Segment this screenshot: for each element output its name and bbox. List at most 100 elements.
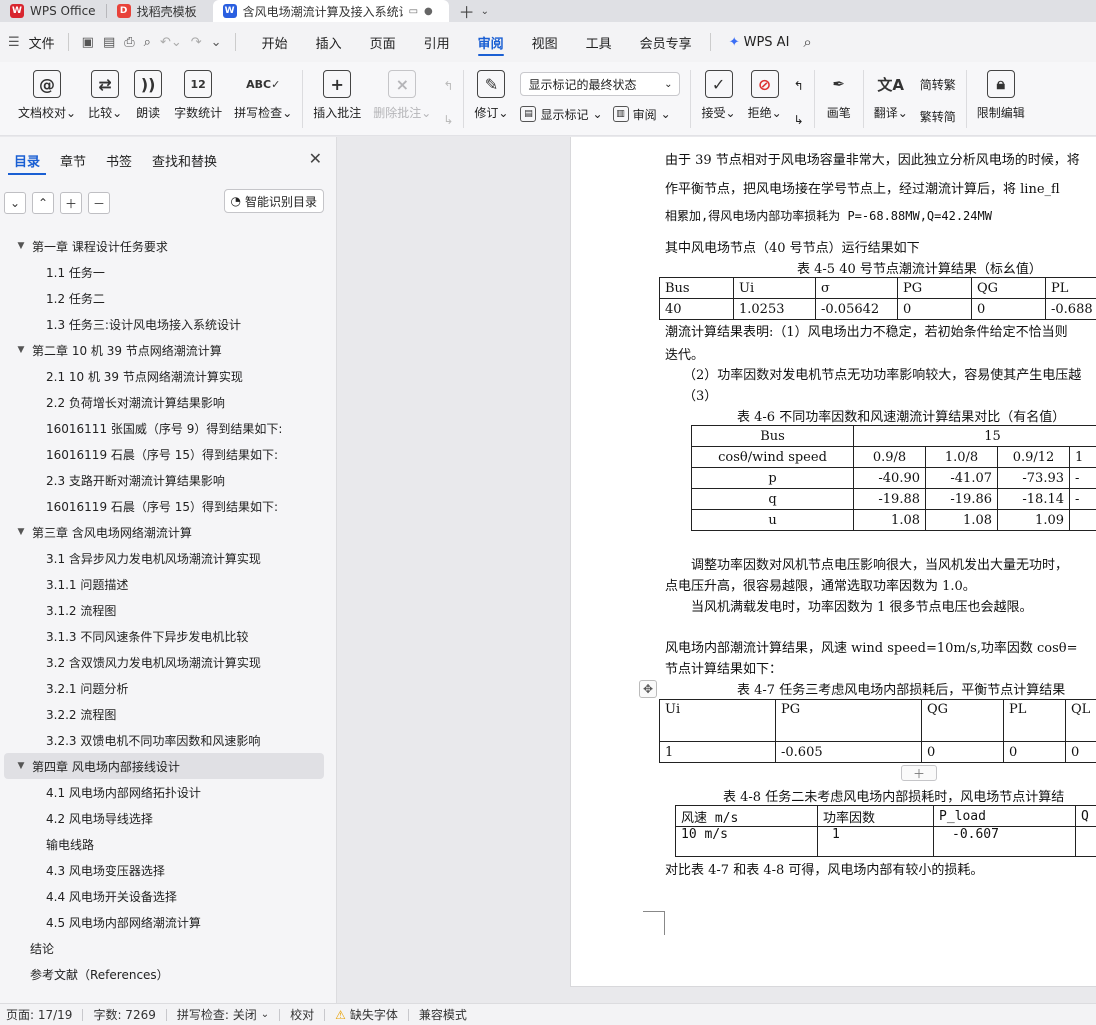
table-move-handle-icon[interactable]: ✥: [639, 680, 657, 698]
table-cell[interactable]: cosθ/wind speed: [691, 446, 854, 468]
table-cell[interactable]: 1.0/8: [925, 446, 998, 468]
table-cell[interactable]: -18.14: [997, 488, 1070, 510]
table-cell[interactable]: q: [691, 488, 854, 510]
menu-hamburger-icon[interactable]: ☰: [8, 35, 20, 50]
table-cell[interactable]: 0: [971, 298, 1046, 320]
table-cell[interactable]: u: [691, 509, 854, 531]
table-cell[interactable]: -41.07: [925, 467, 998, 489]
table-cell[interactable]: 1.08: [925, 509, 998, 531]
table-cell[interactable]: 0.9/8: [853, 446, 926, 468]
more-chevron-icon[interactable]: ⌄: [211, 35, 222, 50]
tab-find-replace[interactable]: 查找和替换: [142, 137, 227, 183]
table-cell[interactable]: 40: [659, 298, 734, 320]
pen-button[interactable]: ✒ 画笔: [819, 70, 859, 130]
table-cell[interactable]: PL: [1003, 699, 1066, 742]
table-cell[interactable]: -0.605: [775, 741, 922, 763]
table-cell[interactable]: 0: [921, 741, 1004, 763]
table-cell[interactable]: PG: [775, 699, 922, 742]
menu-insert[interactable]: 插入: [302, 22, 356, 62]
toc-item[interactable]: ▼ 第四章 风电场内部接线设计: [4, 753, 324, 779]
insert-comment-button[interactable]: + 插入批注: [307, 70, 367, 130]
table-cell[interactable]: PG: [897, 277, 972, 299]
table-cell[interactable]: 0: [1065, 741, 1096, 763]
print-preview-icon[interactable]: ▤: [103, 35, 115, 50]
compare-button[interactable]: ⇄ 比较⌄: [82, 70, 128, 130]
table-4-5[interactable]: Bus Ui σ PG QG PL 40 1.0253 -0.05642 0 0…: [659, 277, 1096, 320]
table-cell[interactable]: 1.0253: [733, 298, 816, 320]
table-cell[interactable]: 15: [852, 425, 1096, 447]
accept-button[interactable]: ✓ 接受⌄: [695, 70, 741, 130]
table-cell[interactable]: QG: [921, 699, 1004, 742]
to-traditional-button[interactable]: 简转繁: [920, 72, 956, 96]
to-simplified-button[interactable]: 繁转简: [920, 104, 956, 128]
doc-check-button[interactable]: @ 文档校对⌄: [0, 70, 82, 130]
tab-bookmarks[interactable]: 书签: [96, 137, 142, 183]
expand-caret-icon[interactable]: ▼: [14, 527, 28, 537]
show-markup-button[interactable]: ▤ 显示标记 ⌄: [520, 102, 603, 126]
add-heading-icon[interactable]: ＋: [60, 192, 82, 214]
menu-review[interactable]: 审阅: [464, 22, 518, 62]
menu-tools[interactable]: 工具: [572, 22, 626, 62]
smart-toc-button[interactable]: ◔ 智能识别目录: [223, 189, 324, 213]
prev-revision-icon[interactable]: ↰: [794, 74, 804, 98]
table-cell[interactable]: -19.86: [925, 488, 998, 510]
document-page[interactable]: 由于 39 节点相对于风电场容量非常大，因此独立分析风电场的时候，将 作平衡节点…: [570, 137, 1096, 987]
table-cell[interactable]: -40.90: [853, 467, 926, 489]
find-icon[interactable]: ⌕: [144, 35, 151, 50]
table-cell[interactable]: p: [691, 467, 854, 489]
menu-member[interactable]: 会员专享: [626, 22, 706, 62]
compat-mode-status[interactable]: 兼容模式: [409, 1006, 477, 1023]
toc-item[interactable]: 16016111 张国威（序号 9）得到结果如下:: [0, 415, 336, 441]
toc-item[interactable]: 3.2 含双馈风力发电机风场潮流计算实现: [0, 649, 336, 675]
table-cell[interactable]: -0.688: [1045, 298, 1096, 320]
toc-item[interactable]: 结论: [0, 935, 336, 961]
expand-caret-icon[interactable]: ▼: [14, 761, 28, 771]
tab-docer[interactable]: D 找稻壳模板: [107, 0, 207, 22]
table-cell[interactable]: -19.88: [853, 488, 926, 510]
table-cell[interactable]: QG: [971, 277, 1046, 299]
print-icon[interactable]: ⎙: [124, 35, 134, 50]
toc-item[interactable]: 3.2.1 问题分析: [0, 675, 336, 701]
undo-icon[interactable]: ↶⌄: [160, 35, 182, 50]
monitor-icon[interactable]: ▭: [409, 6, 418, 17]
missing-font-status[interactable]: ⚠ 缺失字体: [325, 1006, 408, 1023]
read-aloud-button[interactable]: )) 朗读: [128, 70, 168, 130]
prev-comment-icon[interactable]: ↰: [443, 74, 453, 98]
table-cell[interactable]: 0: [1003, 741, 1066, 763]
menu-home[interactable]: 开始: [248, 22, 302, 62]
table-cell[interactable]: -: [1068, 488, 1096, 510]
delete-comment-button[interactable]: × 删除批注⌄: [367, 70, 437, 130]
tab-wps-office[interactable]: W WPS Office: [0, 0, 106, 22]
table-cell[interactable]: 1.08: [853, 509, 926, 531]
toc-item[interactable]: ▼ 第三章 含风电场网络潮流计算: [0, 519, 336, 545]
word-count-button[interactable]: 12 字数统计: [168, 70, 228, 130]
table-4-8[interactable]: 风速 m/s 功率因数 P_load Q 10 m/s 1 -0.607: [675, 805, 1096, 857]
toc-item[interactable]: 3.1.2 流程图: [0, 597, 336, 623]
close-icon[interactable]: ✕: [309, 149, 322, 168]
toc-item[interactable]: 3.1.3 不同风速条件下异步发电机比较: [0, 623, 336, 649]
toc-item[interactable]: 3.1.1 问题描述: [0, 571, 336, 597]
table-cell[interactable]: 0: [897, 298, 972, 320]
translate-button[interactable]: 文A 翻译⌄: [868, 70, 914, 130]
table-cell[interactable]: QL: [1065, 699, 1096, 742]
toc-item[interactable]: ▼ 第一章 课程设计任务要求: [0, 233, 336, 259]
redo-icon[interactable]: ↷: [191, 35, 202, 50]
table-cell[interactable]: 功率因数: [817, 805, 934, 827]
table-cell[interactable]: Ui: [659, 699, 776, 742]
toc-item[interactable]: 2.3 支路开断对潮流计算结果影响: [0, 467, 336, 493]
track-changes-button[interactable]: ✎ 修订⌄: [468, 70, 514, 130]
search-icon[interactable]: ⌕: [803, 33, 811, 51]
remove-heading-icon[interactable]: －: [88, 192, 110, 214]
tab-document[interactable]: W 含风电场潮流计算及接入系统设 ▭ ●: [212, 0, 449, 22]
next-revision-icon[interactable]: ↳: [794, 108, 804, 132]
table-cell[interactable]: 1: [1068, 446, 1096, 468]
table-cell[interactable]: 0.9/12: [997, 446, 1070, 468]
table-cell[interactable]: 10 m/s: [675, 826, 818, 857]
reject-button[interactable]: ⊘ 拒绝⌄: [742, 70, 788, 130]
review-pane-button[interactable]: ▥ 审阅 ⌄: [612, 102, 671, 126]
table-cell[interactable]: 1.09: [997, 509, 1070, 531]
table-cell[interactable]: σ: [815, 277, 898, 299]
expand-caret-icon[interactable]: ▼: [14, 241, 28, 251]
add-row-button[interactable]: ＋: [901, 765, 937, 781]
unsaved-dot-icon[interactable]: ●: [424, 6, 433, 17]
